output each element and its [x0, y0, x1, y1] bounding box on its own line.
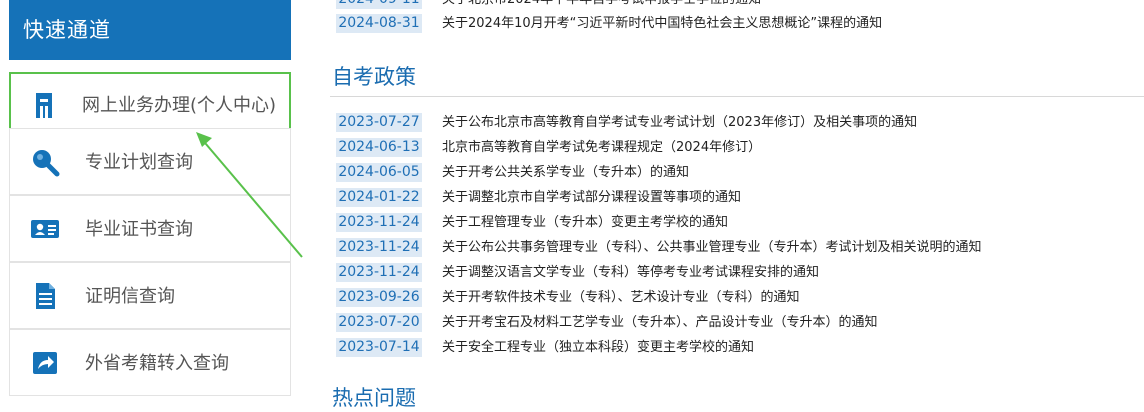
- date-badge: 2023-11-24: [336, 263, 422, 282]
- date-badge: 2024-08-31: [336, 14, 422, 33]
- list-item[interactable]: 2024-08-31 关于2024年10月开考“习近平新时代中国特色社会主义思想概…: [336, 14, 882, 34]
- news-title-link[interactable]: 关于调整北京市自学考试部分课程设置等事项的通知: [442, 188, 741, 207]
- news-title-link[interactable]: 关于公布公共事务管理专业（专科）、公共事业管理专业（专升本）考试计划及相关说明的…: [442, 238, 982, 257]
- list-item[interactable]: 2024-06-05 关于开考公共关系学专业（专升本）的通知: [336, 163, 689, 183]
- list-item[interactable]: 2023-11-24 关于工程管理专业（专升本）变更主考学校的通知: [336, 213, 728, 233]
- building-icon: [36, 93, 52, 118]
- date-badge: 2023-07-20: [336, 313, 422, 332]
- id-card-icon: [31, 220, 59, 238]
- news-title-link[interactable]: 关于公布北京市高等教育自学考试专业考试计划（2023年修订）及相关事项的通知: [442, 113, 917, 132]
- list-item[interactable]: 2023-07-14 关于安全工程专业（独立本科段）变更主考学校的通知: [336, 338, 754, 358]
- main-content: 2024-09-11 关于北京市2024年下半年自学考试申报学士学位的通知 202…: [330, 0, 1144, 410]
- news-title-link[interactable]: 北京市高等教育自学考试免考课程规定（2024年修订）: [442, 138, 761, 157]
- sidebar-item-label: 证明信查询: [85, 286, 175, 307]
- list-item[interactable]: 2023-07-20 关于开考宝石及材料工艺学专业（专升本）、产品设计专业（专升本…: [336, 313, 878, 333]
- section-title-hot-issues: 热点问题: [332, 386, 416, 410]
- date-badge: 2024-01-22: [336, 188, 422, 207]
- date-badge: 2024-09-11: [336, 0, 422, 9]
- sidebar-item-label: 外省考籍转入查询: [85, 353, 229, 374]
- sidebar-item-certificate-letter[interactable]: 证明信查询: [9, 262, 291, 329]
- news-title-link[interactable]: 关于2024年10月开考“习近平新时代中国特色社会主义思想概论”课程的通知: [442, 14, 882, 33]
- list-item[interactable]: 2024-06-13 北京市高等教育自学考试免考课程规定（2024年修订）: [336, 138, 761, 158]
- share-arrow-icon: [33, 352, 57, 374]
- sidebar-item-transfer-record[interactable]: 外省考籍转入查询: [9, 329, 291, 396]
- sidebar-header: 快速通道: [9, 0, 291, 60]
- date-badge: 2023-11-24: [336, 213, 422, 232]
- news-title-link[interactable]: 关于安全工程专业（独立本科段）变更主考学校的通知: [442, 338, 754, 357]
- list-item[interactable]: 2023-07-27 关于公布北京市高等教育自学考试专业考试计划（2023年修订）…: [336, 113, 917, 133]
- news-title-link[interactable]: 关于开考宝石及材料工艺学专业（专升本）、产品设计专业（专升本）的通知: [442, 313, 878, 332]
- date-badge: 2024-06-13: [336, 138, 422, 157]
- list-item[interactable]: 2024-09-11 关于北京市2024年下半年自学考试申报学士学位的通知: [336, 0, 761, 10]
- sidebar-item-label: 专业计划查询: [85, 152, 193, 173]
- news-title-link[interactable]: 关于开考公共关系学专业（专升本）的通知: [442, 163, 689, 182]
- search-icon: [33, 150, 60, 177]
- date-badge: 2023-11-24: [336, 238, 422, 257]
- news-title-link[interactable]: 关于北京市2024年下半年自学考试申报学士学位的通知: [442, 0, 761, 9]
- date-badge: 2024-06-05: [336, 163, 422, 182]
- date-badge: 2023-07-14: [336, 338, 422, 357]
- list-item[interactable]: 2024-01-22 关于调整北京市自学考试部分课程设置等事项的通知: [336, 188, 741, 208]
- annotation-arrow: [196, 132, 303, 258]
- news-title-link[interactable]: 关于工程管理专业（专升本）变更主考学校的通知: [442, 213, 728, 232]
- list-item[interactable]: 2023-11-24 关于公布公共事务管理专业（专科）、公共事业管理专业（专升本）…: [336, 238, 982, 258]
- sidebar-item-label: 毕业证书查询: [85, 219, 193, 240]
- list-item[interactable]: 2023-11-24 关于调整汉语言文学专业（专科）等停考专业考试课程安排的通知: [336, 263, 819, 283]
- section-title-policy: 自考政策: [332, 65, 416, 89]
- news-title-link[interactable]: 关于开考软件技术专业（专科）、艺术设计专业（专科）的通知: [442, 288, 800, 307]
- date-badge: 2023-07-27: [336, 113, 422, 132]
- section-divider: [330, 96, 1144, 97]
- news-title-link[interactable]: 关于调整汉语言文学专业（专科）等停考专业考试课程安排的通知: [442, 263, 819, 282]
- list-item[interactable]: 2023-09-26 关于开考软件技术专业（专科）、艺术设计专业（专科）的通知: [336, 288, 800, 308]
- document-icon: [36, 283, 55, 309]
- date-badge: 2023-09-26: [336, 288, 422, 307]
